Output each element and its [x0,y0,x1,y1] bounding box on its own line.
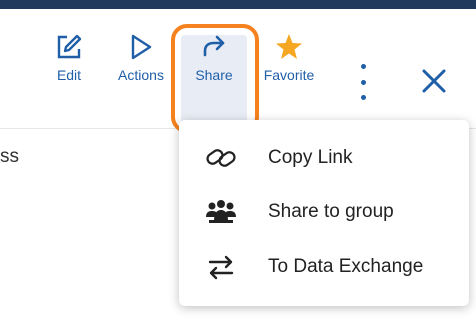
favorite-button[interactable]: Favorite [259,31,319,83]
edit-label: Edit [56,67,82,83]
edit-icon [53,31,85,63]
favorite-label: Favorite [263,67,315,83]
menu-item-copy-link[interactable]: Copy Link [179,133,469,183]
menu-item-label: To Data Exchange [268,256,424,277]
actions-label: Actions [118,67,164,83]
link-icon [205,144,237,172]
edit-button[interactable]: Edit [52,31,86,83]
menu-item-share-to-group[interactable]: Share to group [179,187,469,237]
swap-arrows-icon [205,253,237,281]
group-icon [205,198,237,226]
star-icon [273,31,305,63]
play-icon [125,31,157,63]
actions-button[interactable]: Actions [112,31,170,83]
menu-item-to-data-exchange[interactable]: To Data Exchange [179,242,469,292]
close-icon[interactable] [418,65,450,97]
menu-item-label: Share to group [268,201,394,222]
top-bar [0,0,476,9]
share-highlight-outline [171,24,259,133]
background-partial-text: ss [0,146,19,167]
menu-item-label: Copy Link [268,147,353,168]
more-options-icon[interactable] [354,64,372,100]
share-dropdown-menu: Copy Link Share to group To Data Exchang… [179,120,469,306]
